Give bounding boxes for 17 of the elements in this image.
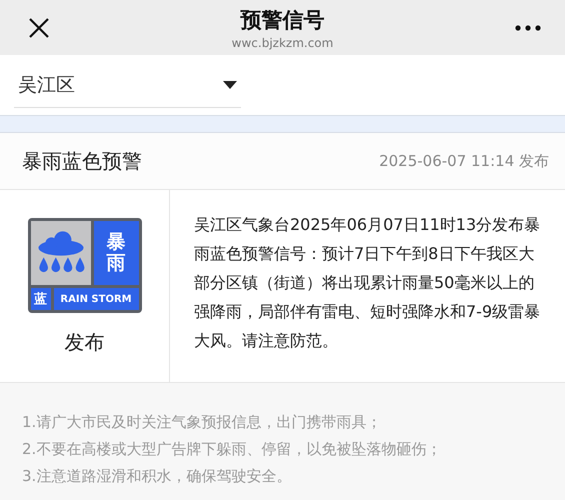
- close-icon[interactable]: [28, 16, 50, 38]
- rain-cloud-icon: [30, 221, 90, 285]
- district-dropdown[interactable]: 吴江区: [14, 62, 241, 108]
- badge-type-label: 暴雨: [94, 221, 138, 285]
- caret-icon: [223, 80, 237, 88]
- page-url: wwc.bjzkzm.com: [232, 36, 334, 50]
- safety-tip: 1.请广大市民及时关注气象预报信息，出门携带雨具；: [22, 412, 382, 433]
- warning-status: 发布: [64, 329, 104, 356]
- warning-text: 吴江区气象台2025年06月07日11时13分发布暴雨蓝色预警信号：预计7日下午到8日下午我区大部分区镇（街道）将出现累计雨量50毫米以上的强降雨，局部伴有雷电、短时强降水和7-9级雷暴大风。请注意防范。: [194, 214, 542, 352]
- page-title: 预警信号: [240, 6, 324, 34]
- warning-title: 暴雨蓝色预警: [22, 148, 142, 174]
- safety-tip: 2.不要在高楼或大型广告牌下躲雨、停留，以免被坠落物砸伤；: [22, 439, 442, 460]
- more-icon[interactable]: [514, 24, 541, 30]
- warning-time: 2025-06-07 11:14 发布: [379, 152, 549, 170]
- safety-tip: 3.注意道路湿滑和积水，确保驾驶安全。: [22, 466, 292, 487]
- badge-level-label: 蓝: [30, 288, 50, 310]
- badge-english-label: RAIN STORM: [54, 288, 138, 310]
